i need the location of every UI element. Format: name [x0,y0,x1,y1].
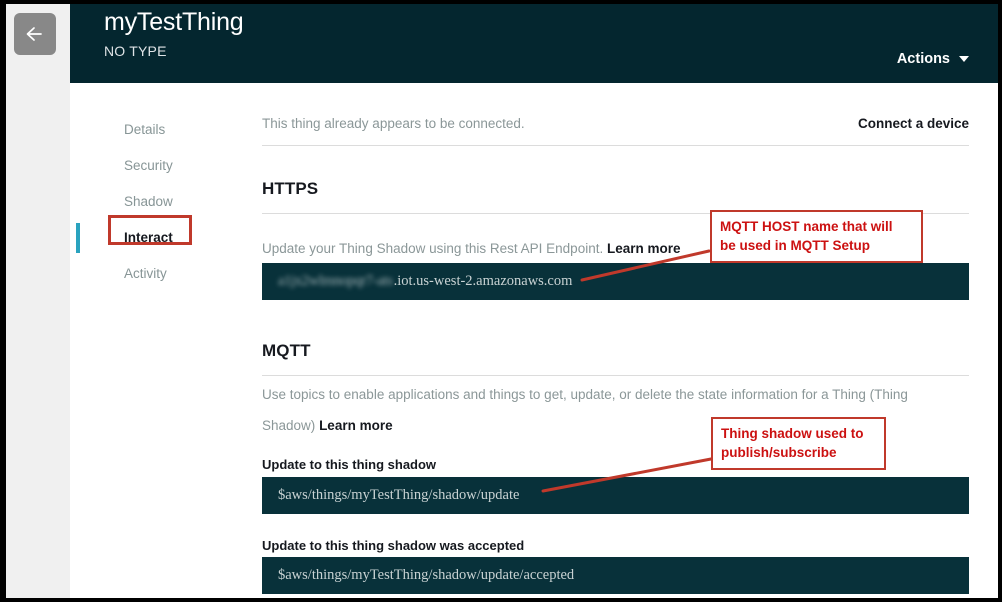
mqtt-host-annotation: MQTT HOST name that will be used in MQTT… [710,210,923,263]
sidebar-item-label: Shadow [124,194,173,209]
connection-status-text: This thing already appears to be connect… [262,116,525,131]
topic-label-update-accepted: Update to this thing shadow was accepted [262,538,525,553]
annotation-line-1: MQTT HOST name that will [720,219,893,234]
annotation-line-2: publish/subscribe [721,445,837,460]
sidebar-item-shadow[interactable]: Shadow [70,184,245,220]
browser-window: myTestThing NO TYPE Actions Details Secu… [0,0,1002,602]
sidebar-item-label: Details [124,122,166,137]
endpoint-suffix: .iot.us-west-2.amazonaws.com [393,273,573,289]
sidebar-item-label: Activity [124,266,167,281]
divider [262,145,969,146]
page-content: myTestThing NO TYPE Actions Details Secu… [6,4,998,598]
thing-shadow-annotation: Thing shadow used to publish/subscribe [711,417,886,470]
back-button[interactable] [14,13,56,55]
annotation-line-2: be used in MQTT Setup [720,238,871,253]
thing-type-label: NO TYPE [104,43,167,59]
sidebar-item-interact[interactable]: Interact [70,215,245,256]
topic-label-update: Update to this thing shadow [262,457,437,472]
annotation-line-1: Thing shadow used to [721,426,864,441]
secondary-nav: Details Security Shadow Interact Activit… [70,83,245,598]
divider [262,375,969,376]
topic-field-update[interactable]: $aws/things/myTestThing/shadow/update [262,477,969,514]
topic-field-update-accepted[interactable]: $aws/things/myTestThing/shadow/update/ac… [262,557,969,594]
https-description-text: Update your Thing Shadow using this Rest… [262,241,604,256]
page-header: myTestThing NO TYPE Actions [70,4,998,83]
sidebar-item-activity[interactable]: Activity [70,256,245,292]
page-title: myTestThing [104,8,244,36]
main-content: This thing already appears to be connect… [253,83,998,598]
connection-status-row: This thing already appears to be connect… [262,116,969,131]
mqtt-section-heading: MQTT [262,341,311,360]
connect-a-device-link[interactable]: Connect a device [858,116,969,131]
arrow-left-icon [24,25,46,43]
actions-button[interactable]: Actions [897,51,969,67]
endpoint-redacted-prefix: a1jx2wlmnopqr7-ats [278,273,393,289]
sidebar-item-details[interactable]: Details [70,112,245,148]
left-rail [6,4,70,598]
sidebar-item-label: Interact [124,230,173,245]
https-section-heading: HTTPS [262,179,319,198]
sidebar-item-label: Security [124,158,173,173]
actions-button-label: Actions [896,51,950,67]
https-endpoint-field[interactable]: a1jx2wlmnopqr7-ats .iot.us-west-2.amazona… [262,263,969,300]
sidebar-item-security[interactable]: Security [70,148,245,184]
mqtt-learn-more-link[interactable]: Learn more [319,418,393,433]
https-learn-more-link[interactable]: Learn more [607,241,681,256]
chevron-down-icon [959,56,969,62]
active-nav-indicator [76,223,80,253]
